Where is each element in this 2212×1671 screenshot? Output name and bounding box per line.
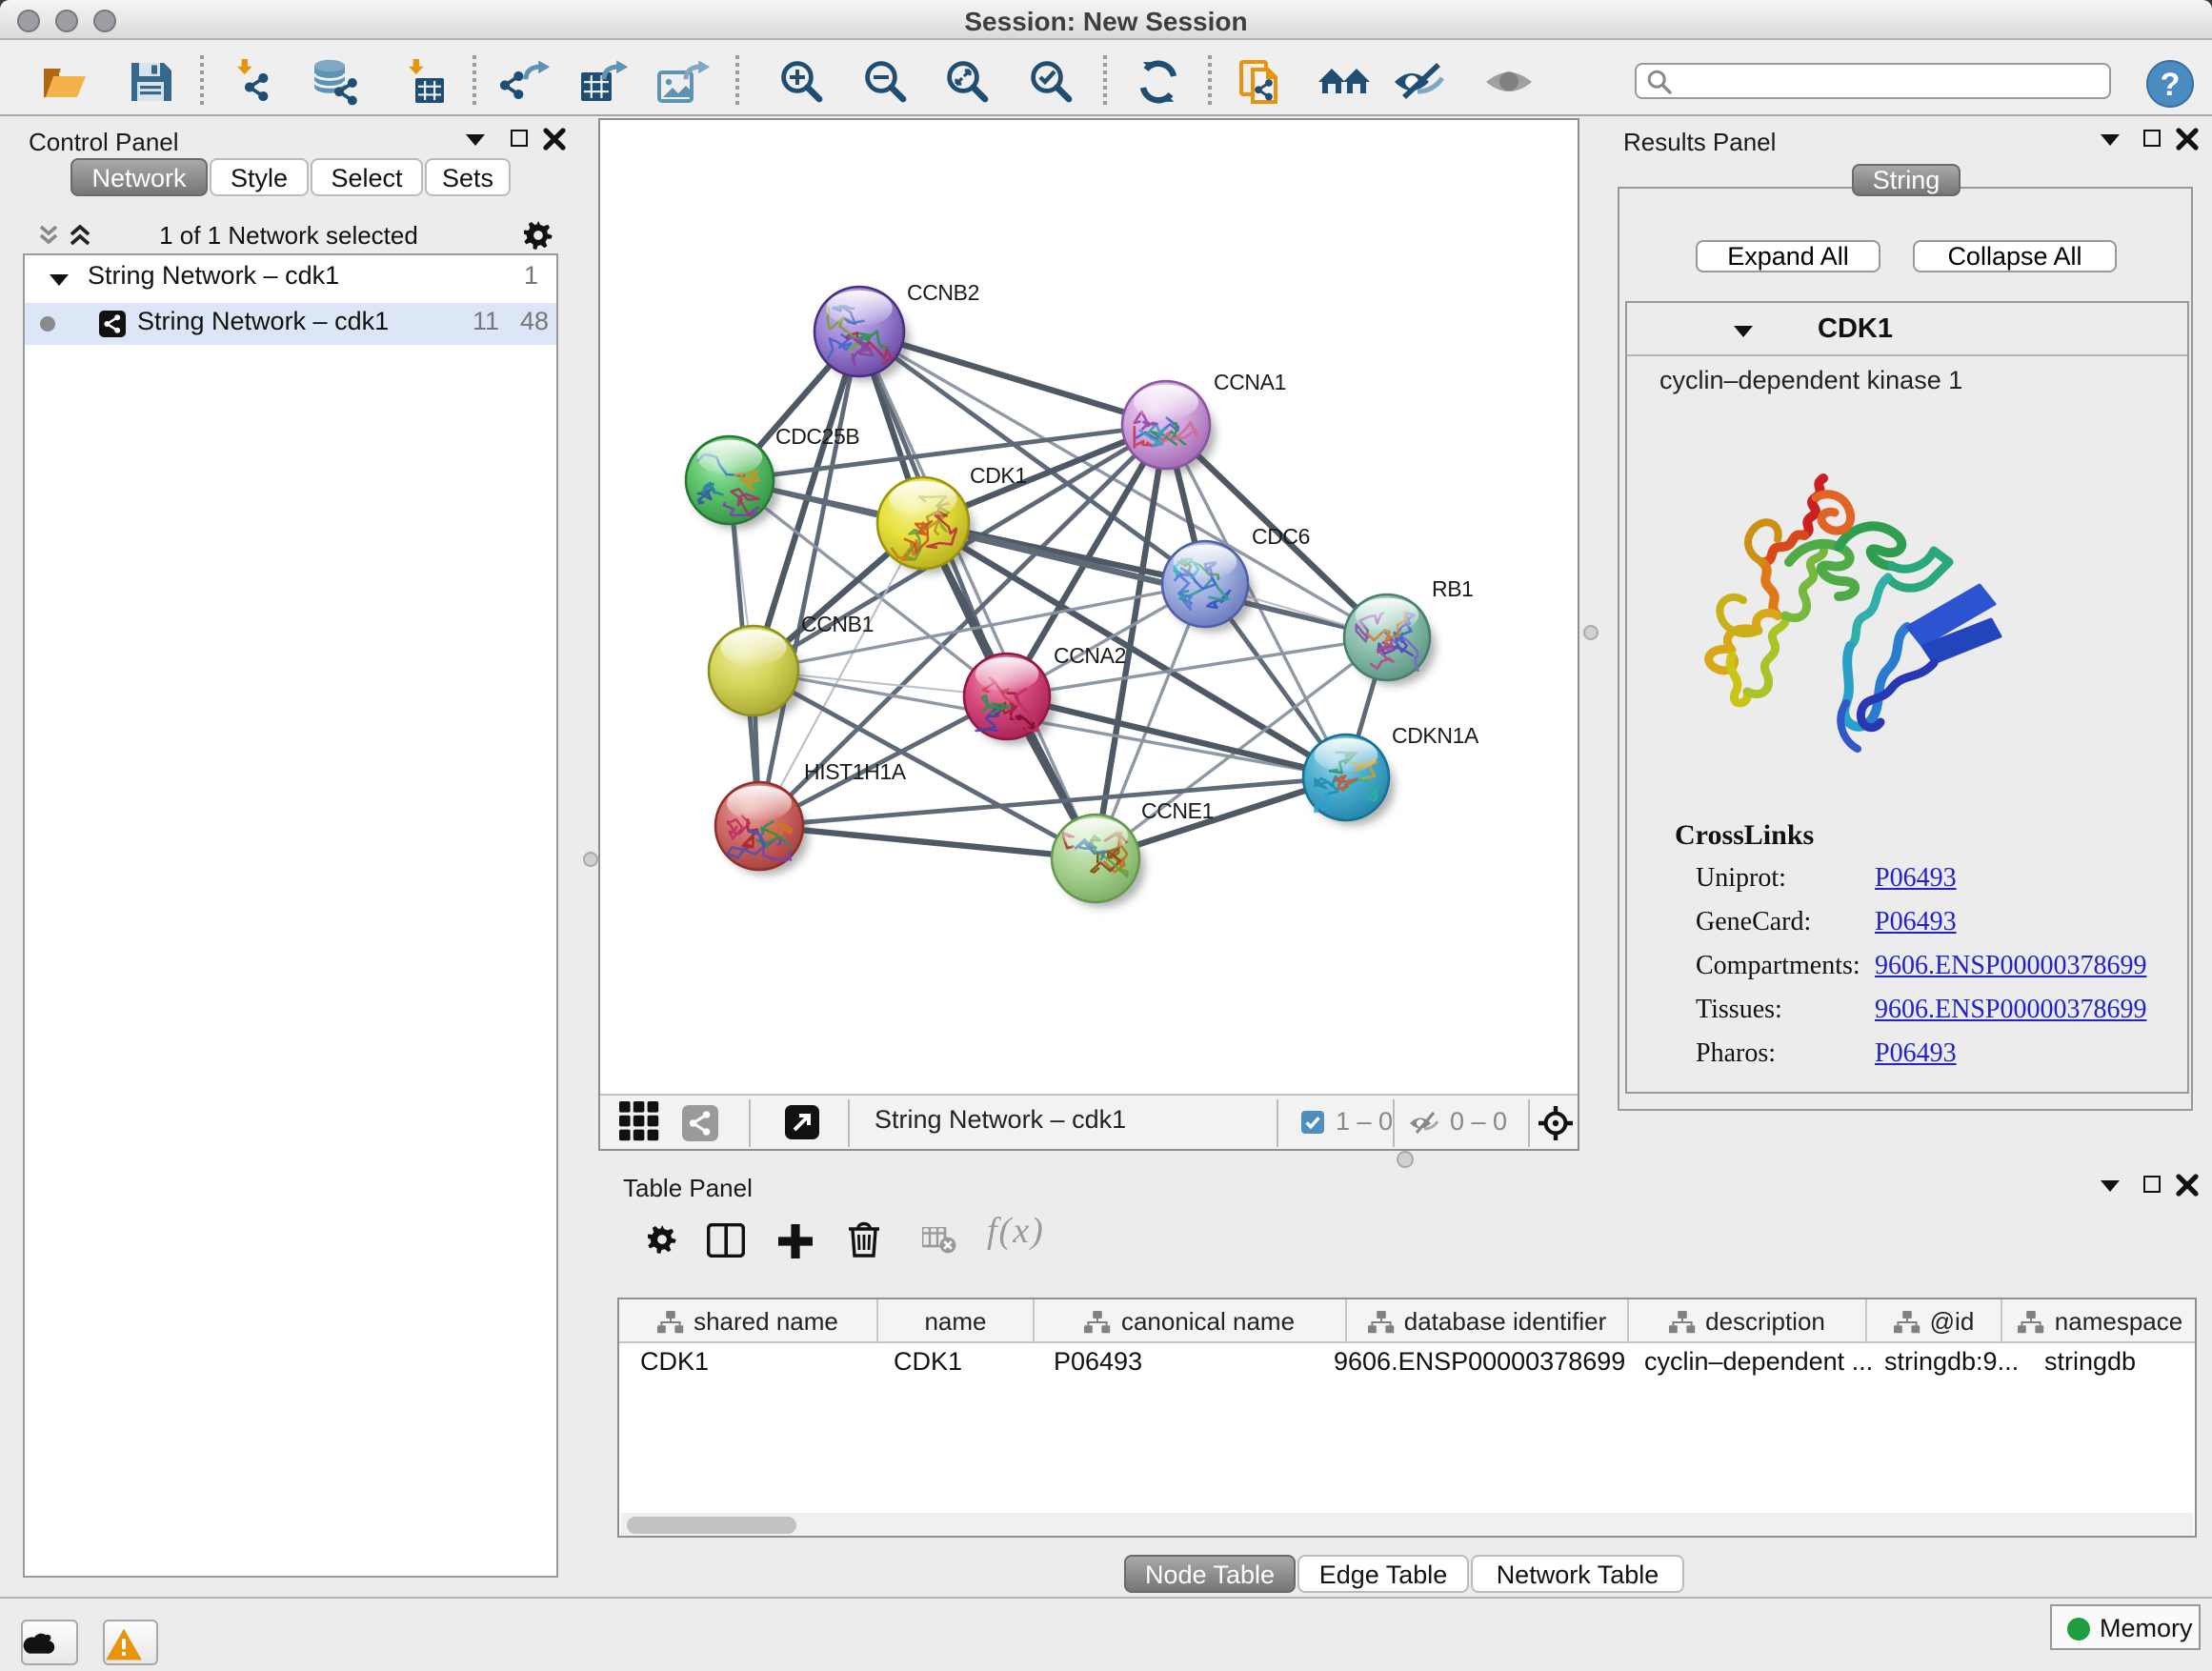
svg-text:CCNB2: CCNB2	[907, 280, 979, 305]
svg-text:CDKN1A: CDKN1A	[1392, 723, 1479, 748]
svg-text:CCNE1: CCNE1	[1141, 798, 1214, 823]
svg-text:RB1: RB1	[1432, 576, 1474, 601]
svg-text:HIST1H1A: HIST1H1A	[804, 759, 907, 784]
svg-text:CCNA1: CCNA1	[1214, 370, 1286, 394]
svg-text:CCNB1: CCNB1	[801, 612, 874, 636]
svg-text:?: ?	[2161, 67, 2181, 103]
svg-text:CDC25B: CDC25B	[775, 424, 859, 449]
svg-text:CDK1: CDK1	[970, 463, 1027, 488]
svg-text:CDC6: CDC6	[1252, 524, 1310, 549]
svg-text:CCNA2: CCNA2	[1054, 643, 1126, 668]
